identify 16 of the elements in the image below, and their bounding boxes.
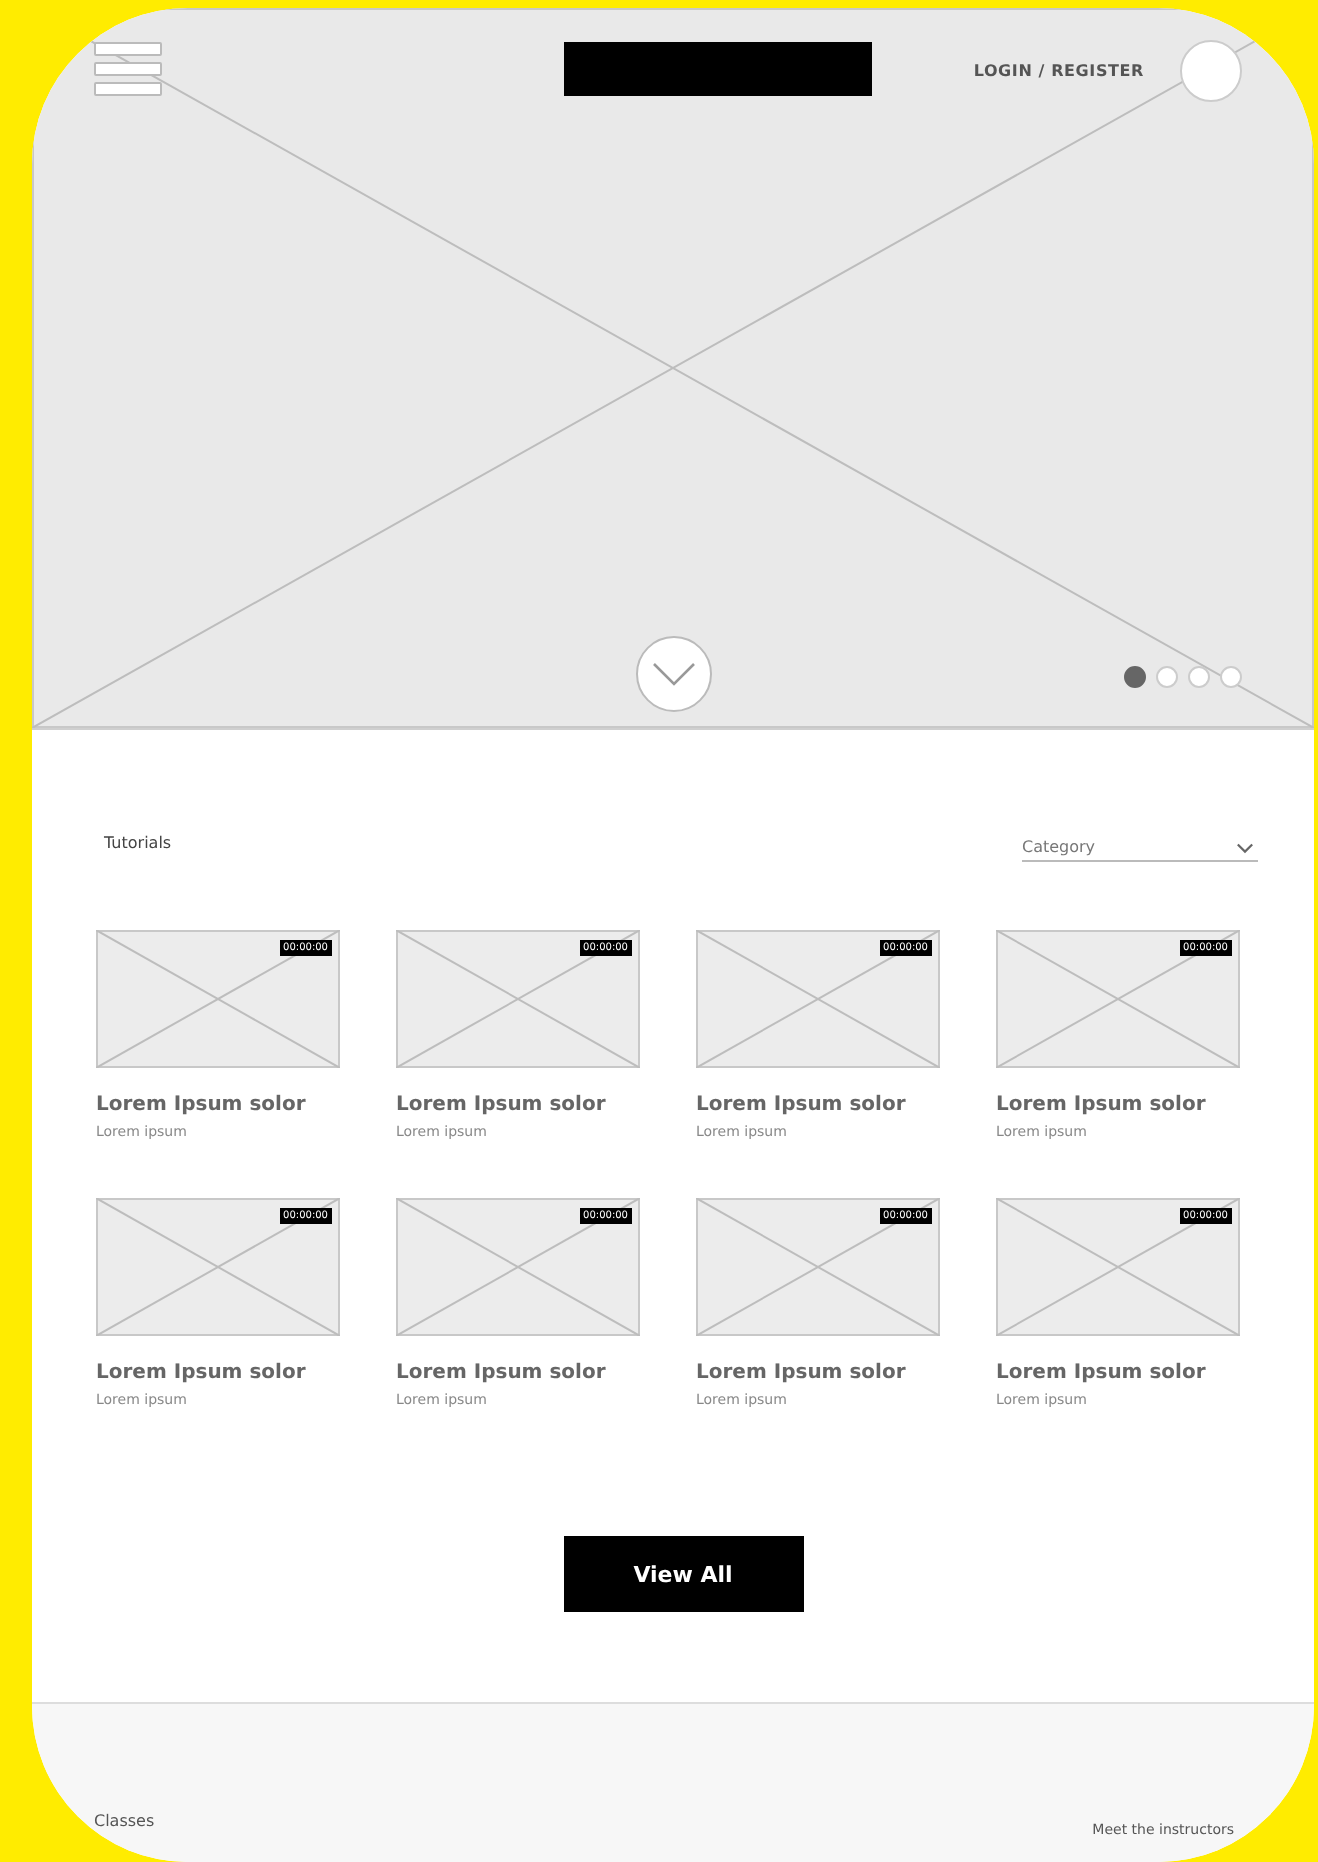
card-title[interactable]: Lorem Ipsum solor (996, 1094, 1240, 1116)
card-title[interactable]: Lorem Ipsum solor (96, 1362, 340, 1384)
card-title[interactable]: Lorem Ipsum solor (696, 1094, 940, 1116)
card-title[interactable]: Lorem Ipsum solor (396, 1094, 640, 1116)
section-title: Classes (94, 1812, 155, 1830)
card-title[interactable]: Lorem Ipsum solor (996, 1362, 1240, 1384)
section-title: Tutorials (104, 834, 172, 852)
card-title[interactable]: Lorem Ipsum solor (396, 1362, 640, 1384)
view-all-button[interactable]: View All (563, 1536, 803, 1612)
chevron-down-icon (652, 662, 696, 686)
menu-icon[interactable] (94, 42, 162, 96)
card-title[interactable]: Lorem Ipsum solor (96, 1094, 340, 1116)
caret-icon (1236, 841, 1254, 853)
category-dropdown[interactable]: Category (1022, 838, 1258, 862)
card-title[interactable]: Lorem Ipsum solor (696, 1362, 940, 1384)
login-link[interactable]: LOGIN / REGISTER (973, 62, 1144, 80)
